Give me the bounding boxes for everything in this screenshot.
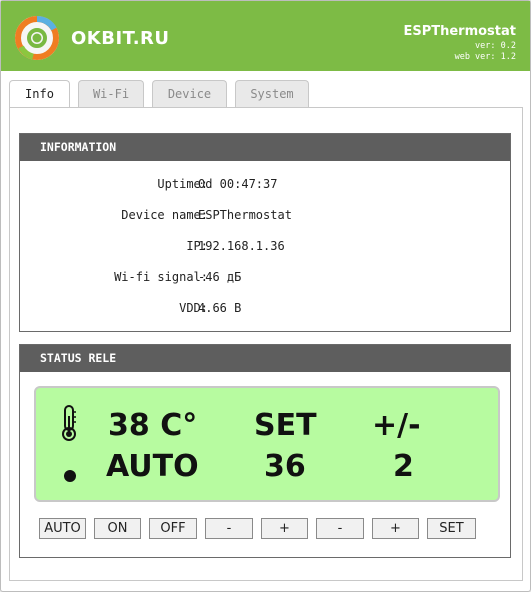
lcd-set-label: SET	[254, 408, 317, 443]
tab-info[interactable]: Info	[9, 80, 70, 108]
lcd-hysteresis-value: 2	[393, 449, 414, 484]
web-version: web ver: 1.2	[454, 52, 516, 62]
tab-wifi[interactable]: Wi-Fi	[78, 80, 144, 107]
status-rele-card: STATUS RELE 38 C° SET +/- AUTO 36 2 AUTO…	[19, 344, 511, 558]
info-value: 192.168.1.36	[198, 239, 285, 253]
app-window: OKBIT.RU ESPThermostat ver: 0.2 web ver:…	[0, 0, 531, 592]
lcd-mode: AUTO	[106, 449, 199, 484]
info-value: 4.66 В	[198, 301, 242, 315]
lcd-temperature: 38 C°	[108, 408, 198, 443]
set-temp-decrease-button[interactable]: -	[205, 518, 253, 539]
tab-system[interactable]: System	[235, 80, 309, 107]
brand-title[interactable]: OKBIT.RU	[71, 28, 170, 49]
header-bar: OKBIT.RU ESPThermostat ver: 0.2 web ver:…	[1, 1, 530, 71]
auto-mode-button[interactable]: AUTO	[39, 518, 86, 539]
thermometer-icon	[62, 405, 76, 441]
firmware-version: ver: 0.2	[475, 41, 516, 51]
info-row-wifi-signal: Wi-fi signal: -46 дБ	[20, 270, 510, 290]
info-row-ip: IP: 192.168.1.36	[20, 239, 510, 259]
info-row-uptime: Uptime: 0d 00:47:37	[20, 177, 510, 197]
info-value: 0d 00:47:37	[198, 177, 278, 191]
info-row-vdd: VDD: 4.66 В	[20, 301, 510, 321]
lcd-display: 38 C° SET +/- AUTO 36 2	[34, 386, 500, 502]
lcd-hysteresis-label: +/-	[372, 408, 421, 443]
status-card-title: STATUS RELE	[20, 345, 510, 372]
hysteresis-decrease-button[interactable]: -	[316, 518, 364, 539]
app-name: ESPThermostat	[403, 24, 516, 39]
okbit-logo-icon	[15, 15, 59, 60]
info-value: -46 дБ	[198, 270, 242, 284]
tab-device[interactable]: Device	[152, 80, 227, 107]
relay-off-button[interactable]: OFF	[149, 518, 197, 539]
relay-on-button[interactable]: ON	[94, 518, 141, 539]
info-label: Wi-fi signal:	[114, 270, 208, 284]
set-temp-increase-button[interactable]: +	[261, 518, 308, 539]
relay-status-dot	[64, 470, 76, 482]
info-row-device-name: Device name: ESPThermostat	[20, 208, 510, 228]
hysteresis-increase-button[interactable]: +	[372, 518, 419, 539]
information-card-title: INFORMATION	[20, 134, 510, 161]
info-label: Device name:	[121, 208, 208, 222]
save-set-button[interactable]: SET	[427, 518, 476, 539]
lcd-set-value: 36	[264, 449, 306, 484]
info-value: ESPThermostat	[198, 208, 292, 222]
information-card: INFORMATION Uptime: 0d 00:47:37 Device n…	[19, 133, 511, 332]
